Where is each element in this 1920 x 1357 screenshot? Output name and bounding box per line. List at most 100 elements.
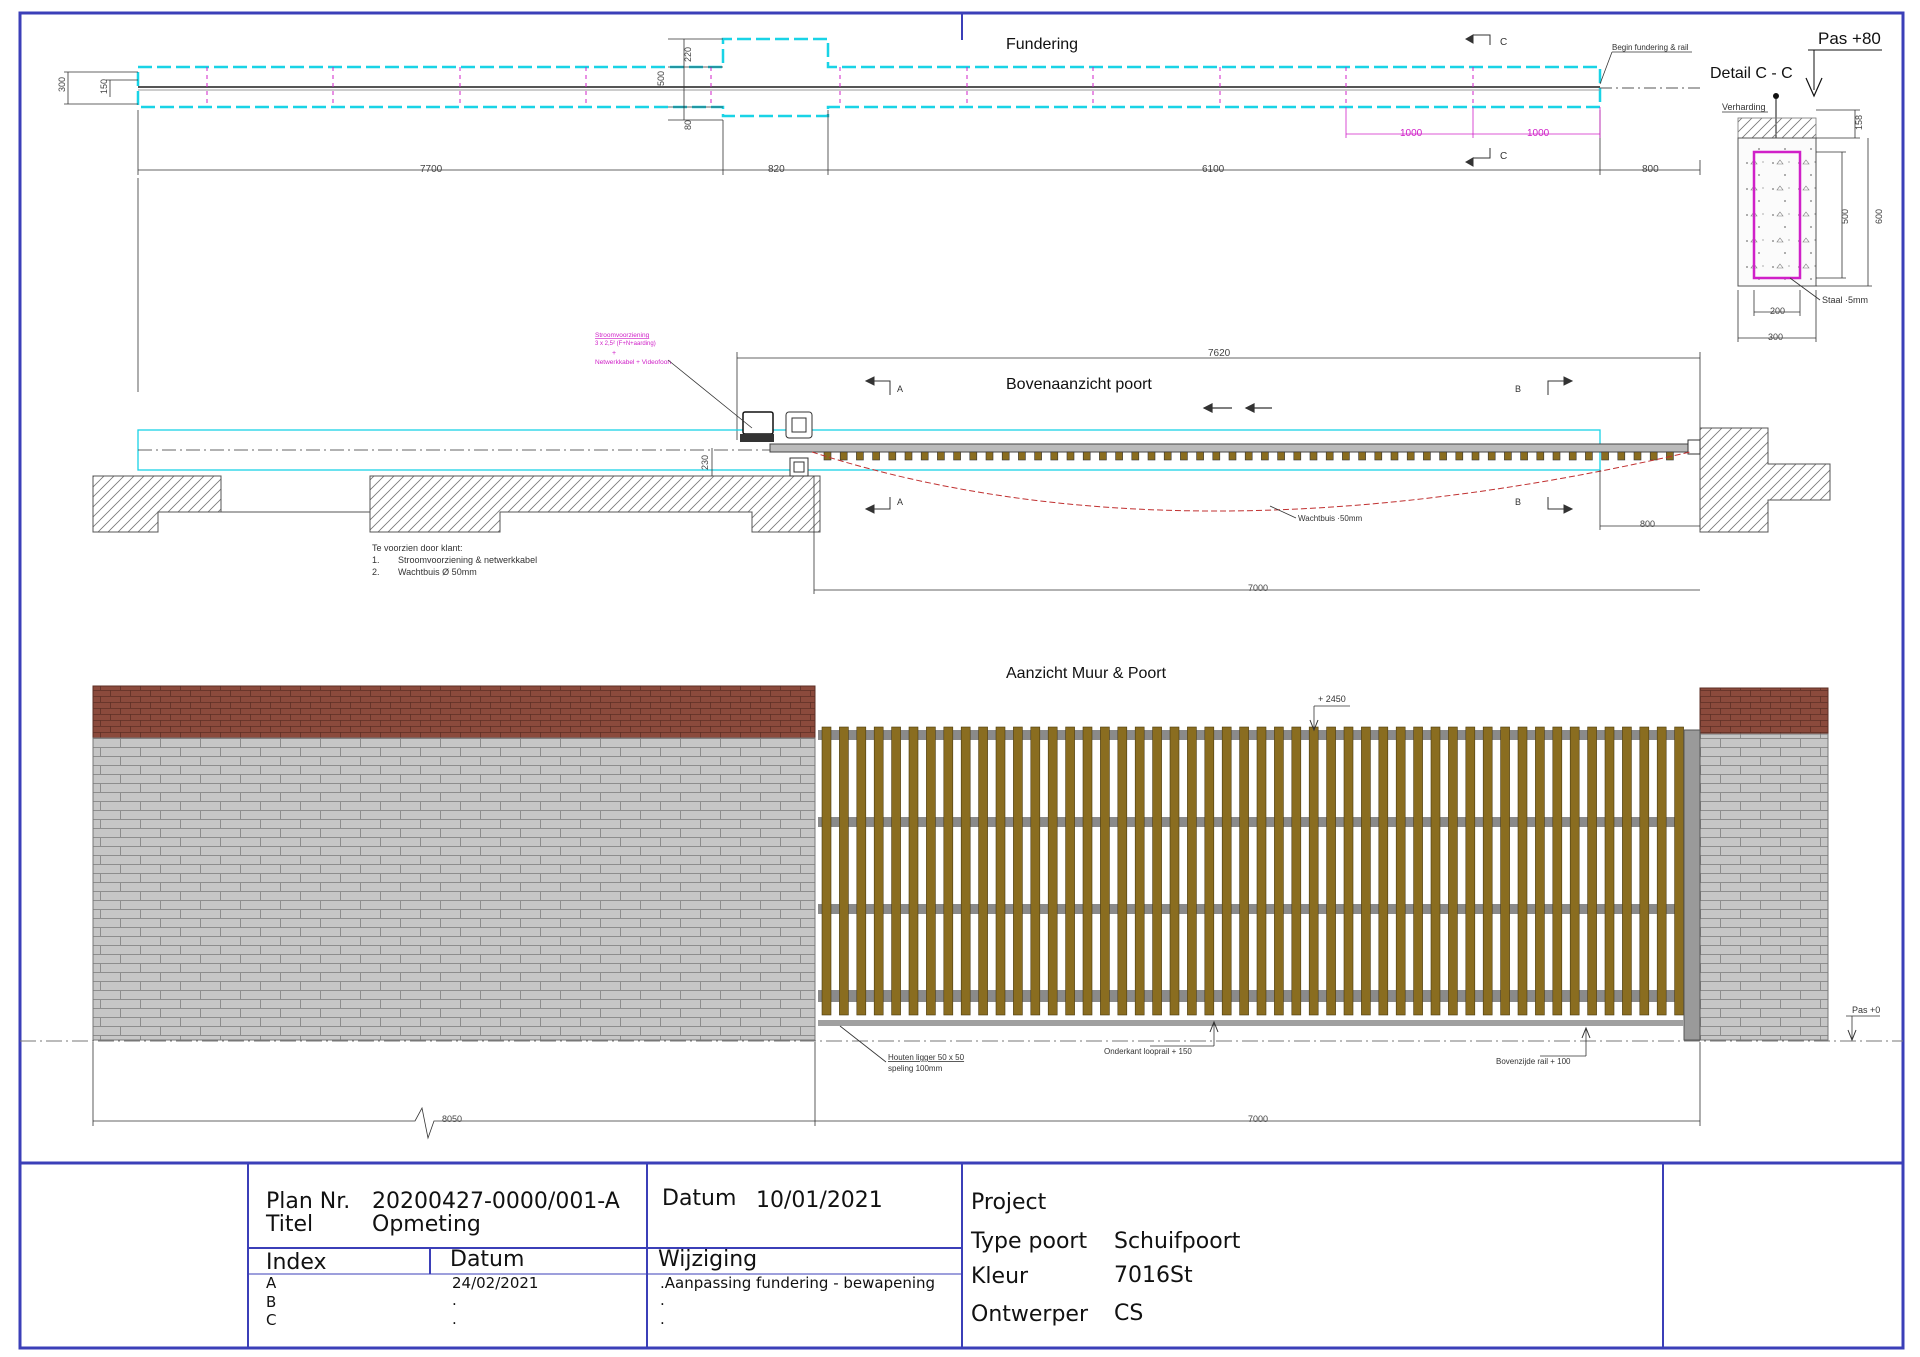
note-2: Wachtbuis Ø 50mm [398,567,477,577]
ground-rail [818,1020,1684,1026]
slat-plan [1034,451,1042,461]
bovenaanzicht-plan: Bovenaanzicht poort 7620 230 Stroomvoorz… [92,178,1831,594]
plan-nr-label: Plan Nr. [266,1189,351,1214]
slat-plan [1066,451,1075,461]
dim-800: 800 [1642,164,1659,175]
slat-plan [1115,451,1123,461]
power-line: 3 x 2,5² (F+N+aarding) [595,341,656,347]
slat-plan [1536,451,1545,461]
fundering-plan: Fundering 300 150 220 500 80 7700 820 61… [57,34,1701,175]
right-pillar-bricks [1699,733,1829,1041]
gate-slat [839,726,849,1016]
gate-slat [1117,726,1128,1016]
gate-slat [1465,726,1476,1016]
slat-plan [1520,451,1528,461]
slat-plan [1180,451,1188,461]
detail-cc: Pas +80 Detail C - C Verharding Staal ·5… [1710,29,1884,342]
gate-slat [1361,726,1371,1016]
houten-leader [839,1025,887,1063]
detail-title: Detail C - C [1710,65,1793,82]
gate-slat [1274,726,1284,1016]
left-wall-plan [92,475,821,533]
gate-slat [1604,726,1615,1016]
gate-slat [1326,726,1336,1016]
gate-slat [1482,726,1493,1016]
slat-plan [1439,451,1447,461]
gate-slat [1169,726,1180,1016]
gate-slat [1413,726,1423,1016]
row-a-datum: 24/02/2021 [452,1274,539,1292]
gate-slat [1674,726,1684,1016]
slat-plan [1666,451,1674,461]
slat-plan [969,451,978,461]
power-leader [667,359,753,429]
slat-plan [839,451,848,461]
slat-plan [937,451,945,461]
begin-fundering-label: Begin fundering & rail [1612,43,1689,52]
dim-80: 80 [683,120,693,130]
index-header: Index [266,1250,327,1275]
slat-plan [1018,451,1026,461]
dim-500-detail: 500 [1840,209,1850,224]
slat-plan [1358,451,1366,461]
wachtbuis-label: Wachtbuis ·50mm [1298,514,1363,523]
pas-0-label: Pas +0 [1852,1005,1880,1015]
left-wall-bricks [92,737,816,1041]
section-b-bottom: B [1515,497,1521,507]
slat-plan [1293,451,1302,461]
ontwerper-label: Ontwerper [971,1302,1089,1327]
wachtbuis-curve [811,451,1691,512]
slat-plan [1471,451,1480,461]
onderkant-label: Onderkant looprail + 150 [1104,1047,1192,1056]
gate-slat [1378,726,1389,1016]
slat-plan [1244,451,1253,461]
gate-slat [1500,726,1510,1016]
gate-slat [1448,726,1458,1016]
type-poort-value: Schuifpoort [1114,1229,1241,1254]
slat-plan [1633,451,1642,461]
gate-slat [1656,726,1667,1016]
row-b-wijziging: . [660,1291,665,1309]
gate-slat [1587,726,1597,1016]
kleur-value: 7016St [1114,1263,1193,1288]
speling-label: speling 100mm [888,1064,943,1073]
slat-plan [1423,451,1431,461]
gate-slat [1204,726,1215,1016]
gate-slat [1291,726,1302,1016]
plan-nr-value: 20200427-0000/001-A [372,1189,620,1214]
titel-label: Titel [266,1212,314,1237]
aanzicht-elevation: Aanzicht Muur & Poort + 2450 Pas +0 Hout… [20,665,1903,1140]
slat-plan [1568,451,1577,461]
kleur-label: Kleur [971,1264,1029,1289]
slat-plan [1212,451,1221,461]
gate-slat [995,726,1006,1016]
ontwerper-value: CS [1114,1301,1144,1326]
slat-plan [1309,451,1318,461]
gate-slat [891,726,901,1016]
gate-slat [908,726,919,1016]
gate-slat [1622,726,1632,1016]
row-b-index: B [266,1293,277,1311]
outer-frame [18,11,1905,1350]
gate-slat [926,726,936,1016]
houten-label: Houten ligger 50 x 50 [888,1053,965,1062]
dim-600-detail: 600 [1874,209,1884,224]
gate-slat [1082,726,1093,1016]
slat-plan [1228,451,1237,461]
slat-plan [1001,451,1010,461]
gate-slat [1569,726,1580,1016]
gate-slat [943,726,954,1016]
gate-slats [821,726,1684,1016]
row-a-wijziging: .Aanpassing fundering - bewapening [660,1274,936,1292]
gate-slat [960,726,971,1016]
dim-300: 300 [57,77,67,92]
gate-slat [873,726,884,1016]
slat-plan [1147,451,1156,461]
slat-plan [985,451,994,461]
datum-label: Datum [662,1186,737,1211]
dim-500: 500 [656,71,666,86]
slat-plan [1342,451,1350,461]
bovenzijde-label: Bovenzijde rail + 100 [1496,1057,1571,1066]
right-pillar-cap [1699,687,1829,735]
dim-1000-a: 1000 [1400,128,1423,139]
